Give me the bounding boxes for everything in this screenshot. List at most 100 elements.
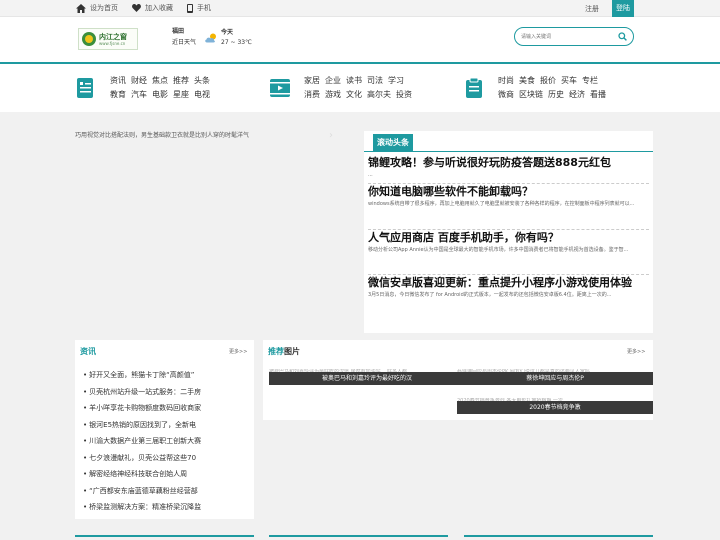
site-logo[interactable]: 内江之窗 www.fjsne.cn xyxy=(78,28,138,50)
heart-icon xyxy=(132,4,141,12)
image-slider[interactable]: 巧用视觉对比搭配法则，男生基础款卫衣就是比别人穿的时髦洋气 ‹ › xyxy=(75,131,364,141)
headline-desc: windows系统自带了很多程序，再加上电脑用就久了电脑里就被安装了各种各样的程… xyxy=(368,201,635,207)
list-item[interactable]: 贝壳杭州站升级一站式服务：二手房 xyxy=(83,384,201,401)
picture-item[interactable]: 2020春节档竞争激烈 各大电影扎堆抢档期 一次 2020春节档竞争激 xyxy=(457,398,653,414)
cloud-sun-icon xyxy=(205,33,216,43)
nav-link[interactable]: 资讯 xyxy=(110,76,126,85)
list-item[interactable]: 羊小咩享花卡购物额度数码回收商家 xyxy=(83,400,201,417)
news-panel: 资讯 更多>> 好开又全面，熊猫卡丁除“高颜值” 贝壳杭州站升级一站式服务：二手… xyxy=(75,340,254,519)
headline-title[interactable]: 你知道电脑哪些软件不能卸载吗？ xyxy=(368,185,649,198)
set-home-link[interactable]: 设为首页 xyxy=(76,3,118,13)
add-favorite-link[interactable]: 加入收藏 xyxy=(132,3,173,13)
nav-link[interactable]: 买车 xyxy=(561,76,577,85)
picture-caption[interactable]: 被奥巴马和刘嘉玲评为最好吃的汉 xyxy=(269,372,465,385)
news-section-title[interactable]: 资讯 xyxy=(80,346,96,357)
section-divider xyxy=(269,535,448,537)
list-item[interactable]: “广西都安东庙蓝德草藕粉丝经营部 xyxy=(83,483,201,500)
slider-prev-arrow-icon[interactable]: ‹ xyxy=(92,131,102,141)
search-input[interactable] xyxy=(521,31,613,43)
mobile-link[interactable]: 手机 xyxy=(187,3,211,13)
set-home-label: 设为首页 xyxy=(90,4,118,12)
pictures-more-link[interactable]: 更多>> xyxy=(627,348,645,355)
nav-link[interactable]: 看播 xyxy=(590,90,606,99)
recommended-pictures: 推荐图片 更多>> 被费巴马和刘嘉玲评为最好吃的汉堡 居然有加油站 ...好多人… xyxy=(263,340,653,420)
nav-group-life: 家居 企业 读书 司法 学习 消费 游戏 文化 高尔夫 投资 xyxy=(269,74,417,102)
picture-item[interactable]: 蔡徐坤回应与周杰伦PK 网友们说这几都是真的还要见人家吗 蔡徐坤回应与周杰伦P xyxy=(457,369,653,385)
nav-link[interactable]: 星座 xyxy=(173,90,189,99)
weather-recent-label: 近日天气 xyxy=(172,39,197,46)
picture-caption[interactable]: 蔡徐坤回应与周杰伦P xyxy=(457,372,653,385)
nav-link[interactable]: 财经 xyxy=(131,76,147,85)
nav-link[interactable]: 文化 xyxy=(346,90,362,99)
headline-title[interactable]: 微信安卓版喜迎更新：重点提升小程序小游戏使用体验 xyxy=(368,276,649,289)
picture-caption[interactable]: 2020春节档竞争激 xyxy=(457,401,653,414)
nav-link[interactable]: 读书 xyxy=(346,76,362,85)
nav-link[interactable]: 家居 xyxy=(304,76,320,85)
nav-group-news: 资讯 财经 焦点 推荐 头条 教育 汽车 电影 星座 电视 xyxy=(75,74,215,102)
top-links: 设为首页 加入收藏 手机 xyxy=(76,3,225,13)
nav-group-fashion: 时尚 美食 报价 买车 专栏 微商 区块链 历史 经济 看播 xyxy=(463,74,611,102)
nav-link[interactable]: 经济 xyxy=(569,90,585,99)
list-item[interactable]: 桥梁监测解决方案：精准桥梁沉降监 xyxy=(83,499,201,516)
news-list-icon xyxy=(77,78,93,98)
nav-link[interactable]: 历史 xyxy=(548,90,564,99)
nav-link[interactable]: 高尔夫 xyxy=(367,90,391,99)
nav-link[interactable]: 专栏 xyxy=(582,76,598,85)
logo-subtitle: www.fjsne.cn xyxy=(99,40,126,46)
weather-location: 福田 近日天气 xyxy=(172,26,196,48)
nav-link[interactable]: 游戏 xyxy=(325,90,341,99)
pictures-title-prefix: 推荐 xyxy=(268,347,284,356)
nav-link[interactable]: 司法 xyxy=(367,76,383,85)
nav-link[interactable]: 微商 xyxy=(498,90,514,99)
nav-link[interactable]: 消费 xyxy=(304,90,320,99)
list-item[interactable]: 好开又全面，熊猫卡丁除“高颜值” xyxy=(83,367,201,384)
news-list: 好开又全面，熊猫卡丁除“高颜值” 贝壳杭州站升级一站式服务：二手房 羊小咩享花卡… xyxy=(83,367,201,516)
logo-mark-icon xyxy=(82,32,96,46)
nav-link[interactable]: 焦点 xyxy=(152,76,168,85)
search-icon[interactable] xyxy=(618,32,627,41)
nav-link[interactable]: 时尚 xyxy=(498,76,514,85)
divider xyxy=(368,274,649,275)
headline-desc: ... xyxy=(368,172,373,178)
headline-item: 你知道电脑哪些软件不能卸载吗？ windows系统自带了很多程序，再加上电脑用就… xyxy=(368,183,649,210)
list-item[interactable]: 七夕浪漫献礼，贝壳公益帮这些70 xyxy=(83,450,201,467)
pictures-title-suffix: 图片 xyxy=(284,347,300,356)
nav-link[interactable]: 报价 xyxy=(540,76,556,85)
nav-link[interactable]: 美食 xyxy=(519,76,535,85)
nav-link[interactable]: 汽车 xyxy=(131,90,147,99)
headline-item: 微信安卓版喜迎更新：重点提升小程序小游戏使用体验 3月5日消息，今日微信发布了 … xyxy=(368,274,649,301)
list-item[interactable]: 解密经络神经科技联合创始人周 xyxy=(83,466,201,483)
headline-title[interactable]: 锦鲤攻略！参与听说很好玩防疫答题送888元红包 xyxy=(368,156,649,169)
channel-nav: 资讯 财经 焦点 推荐 头条 教育 汽车 电影 星座 电视 家居 企业 读书 司法 学习 消费 游戏 文化高… xyxy=(0,64,720,112)
nav-link[interactable]: 电视 xyxy=(194,90,210,99)
slider-caption[interactable]: 巧用视觉对比搭配法则，男生基础款卫衣就是比别人穿的时髦洋气 xyxy=(75,131,364,141)
pictures-section-title[interactable]: 推荐图片 xyxy=(268,346,300,357)
clipboard-icon xyxy=(466,77,482,98)
home-icon xyxy=(76,3,86,13)
top-bar: 设为首页 加入收藏 手机 注册 登陆 xyxy=(0,0,720,17)
site-header: 内江之窗 www.fjsne.cn 福田 近日天气 今天 27 ~ 33℃ xyxy=(0,17,720,64)
slider-next-arrow-icon[interactable]: › xyxy=(326,131,336,141)
register-link[interactable]: 注册 xyxy=(585,4,599,14)
rolling-headlines: 滚动头条 锦鲤攻略！参与听说很好玩防疫答题送888元红包 ... 你知道电脑哪些… xyxy=(364,131,653,333)
picture-item[interactable]: 被费巴马和刘嘉玲评为最好吃的汉堡 居然有加油站 ...好多人都 被奥巴马和刘嘉玲… xyxy=(269,369,465,385)
weather-temp: 27 ~ 33℃ xyxy=(221,39,252,46)
section-divider xyxy=(464,535,653,537)
list-item[interactable]: 银河E5热销的原因找到了，全新电 xyxy=(83,417,201,434)
mobile-label: 手机 xyxy=(197,4,211,12)
nav-link[interactable]: 企业 xyxy=(325,76,341,85)
nav-link[interactable]: 推荐 xyxy=(173,76,189,85)
tab-rolling-headlines[interactable]: 滚动头条 xyxy=(373,134,413,152)
list-item[interactable]: 川渝大数据产业第三届职工创新大赛 xyxy=(83,433,201,450)
headline-title[interactable]: 人气应用商店 百度手机助手，你有吗？ xyxy=(368,231,649,244)
login-button[interactable]: 登陆 xyxy=(612,0,634,17)
news-more-link[interactable]: 更多>> xyxy=(229,348,247,355)
nav-link[interactable]: 电影 xyxy=(152,90,168,99)
nav-link[interactable]: 头条 xyxy=(194,76,210,85)
nav-link[interactable]: 区块链 xyxy=(519,90,543,99)
headline-desc: 移动分析公司App Annie认为中国是全球最大的智能手机市场，许多中国消费者已… xyxy=(368,247,629,253)
nav-link[interactable]: 学习 xyxy=(388,76,404,85)
nav-link[interactable]: 投资 xyxy=(396,90,412,99)
headline-desc: 3月5日消息，今日微信发布了 for Android的正式版本，一起发布的还包括… xyxy=(368,292,612,298)
nav-link[interactable]: 教育 xyxy=(110,90,126,99)
